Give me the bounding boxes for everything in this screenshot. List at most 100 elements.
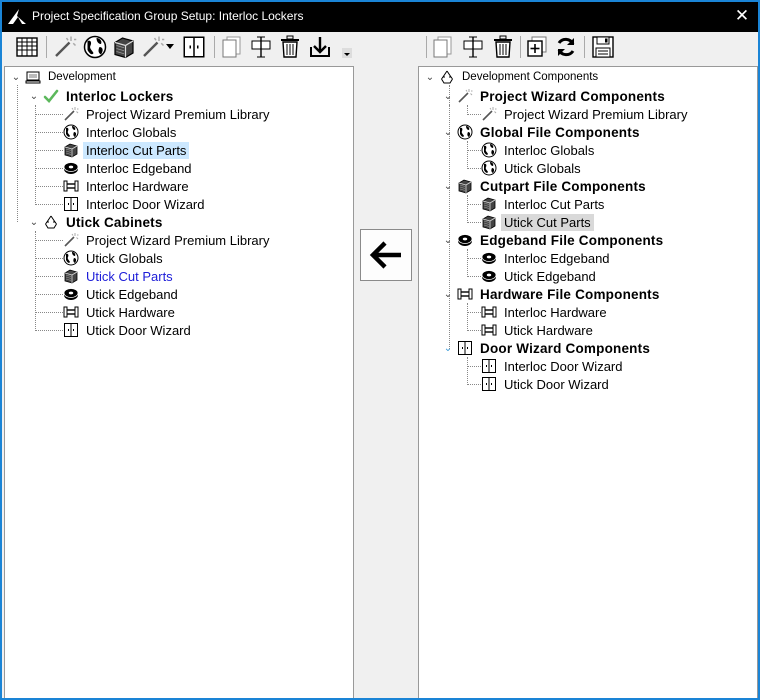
globe-icon xyxy=(63,124,79,140)
recycle-icon xyxy=(43,214,59,230)
tree-node-group[interactable]: ⌄ Project Wizard Components xyxy=(443,87,668,105)
dropdown-arrow-icon[interactable] xyxy=(164,34,176,60)
tree-node-item[interactable]: Interloc Door Wizard xyxy=(481,357,625,375)
save-icon[interactable] xyxy=(590,34,616,60)
copy-icon[interactable] xyxy=(219,34,245,60)
wand-icon xyxy=(481,106,497,122)
delete-icon[interactable] xyxy=(277,34,303,60)
close-button[interactable]: ✕ xyxy=(732,5,752,27)
tree-node-group[interactable]: ⌄ Door Wizard Components xyxy=(443,339,653,357)
hardware-icon xyxy=(63,304,79,320)
wand-icon xyxy=(63,232,79,248)
tree-node-item[interactable]: Interloc Cut Parts xyxy=(481,195,607,213)
overflow-chevron-icon[interactable] xyxy=(342,48,352,58)
check-icon xyxy=(43,88,59,104)
door-icon xyxy=(457,340,473,356)
tree-node-item-highlighted[interactable]: Utick Cut Parts xyxy=(63,267,176,285)
dialog-window: Project Specification Group Setup: Inter… xyxy=(0,0,760,700)
chevron-down-icon[interactable]: ⌄ xyxy=(29,91,39,102)
tree-node-item[interactable]: Utick Hardware xyxy=(63,303,178,321)
wand-icon xyxy=(63,106,79,122)
hardware-icon xyxy=(481,304,497,320)
chevron-down-icon[interactable]: ⌄ xyxy=(443,235,453,246)
recycle-icon xyxy=(439,69,455,85)
copy-icon[interactable] xyxy=(430,34,456,60)
door-icon[interactable] xyxy=(181,34,207,60)
globe-icon xyxy=(63,250,79,266)
chevron-down-icon[interactable]: ⌄ xyxy=(443,181,453,192)
title-bar: Project Specification Group Setup: Inter… xyxy=(2,2,758,32)
move-icon[interactable] xyxy=(460,34,486,60)
hardware-icon xyxy=(481,322,497,338)
edgeband-icon xyxy=(63,286,79,302)
tree-node-item[interactable]: Project Wizard Premium Library xyxy=(481,105,691,123)
tree-node-item[interactable]: Utick Door Wizard xyxy=(63,321,194,339)
edgeband-icon xyxy=(481,250,497,266)
tree-node-item[interactable]: Project Wizard Premium Library xyxy=(63,231,273,249)
chevron-down-icon[interactable]: ⌄ xyxy=(443,127,453,138)
chevron-down-icon[interactable]: ⌄ xyxy=(443,91,453,102)
transfer-left-button[interactable] xyxy=(360,229,412,281)
hardware-icon xyxy=(457,286,473,302)
cutpart-icon xyxy=(457,178,473,194)
tree-node-item[interactable]: Interloc Hardware xyxy=(481,303,610,321)
add-copy-icon[interactable] xyxy=(524,34,550,60)
wand-dropdown-icon[interactable] xyxy=(140,34,166,60)
tree-node-item[interactable]: Utick Globals xyxy=(481,159,584,177)
tree-node-root[interactable]: ⌄ Development Components xyxy=(425,68,601,86)
tree-node-item[interactable]: Interloc Door Wizard xyxy=(63,195,207,213)
tree-node-group[interactable]: ⌄ Cutpart File Components xyxy=(443,177,649,195)
tree-node-item[interactable]: Interloc Edgeband xyxy=(63,159,195,177)
cutpart-icon xyxy=(481,196,497,212)
wand-icon[interactable] xyxy=(52,34,78,60)
tree-node-group[interactable]: ⌄ Interloc Lockers xyxy=(29,87,177,105)
chevron-down-icon[interactable]: ⌄ xyxy=(11,72,21,83)
tree-node-item[interactable]: Utick Edgeband xyxy=(481,267,599,285)
tree-node-group[interactable]: ⌄ Hardware File Components xyxy=(443,285,663,303)
chevron-down-icon[interactable]: ⌄ xyxy=(425,72,435,83)
tree-node-item-selected[interactable]: Utick Cut Parts xyxy=(481,213,594,231)
app-logo-icon xyxy=(8,9,26,24)
tree-node-item[interactable]: Project Wizard Premium Library xyxy=(63,105,273,123)
cutpart-icon[interactable] xyxy=(111,34,137,60)
chevron-down-icon[interactable]: ⌄ xyxy=(29,217,39,228)
tree-node-item[interactable]: Interloc Hardware xyxy=(63,177,192,195)
tree-node-item[interactable]: Utick Globals xyxy=(63,249,166,267)
door-icon xyxy=(63,322,79,338)
tree-node-item-selected[interactable]: Interloc Cut Parts xyxy=(63,141,190,159)
left-toolbar xyxy=(4,32,354,64)
left-tree-panel[interactable]: ⌄ Development ⌄ Interloc Lockers Project… xyxy=(4,66,354,698)
tree-node-group[interactable]: ⌄ Edgeband File Components xyxy=(443,231,666,249)
cutpart-icon xyxy=(481,214,497,230)
door-icon xyxy=(481,376,497,392)
edgeband-icon xyxy=(63,160,79,176)
wand-icon xyxy=(457,88,473,104)
tree-node-item[interactable]: Interloc Globals xyxy=(481,141,597,159)
globe-icon[interactable] xyxy=(82,34,108,60)
tree-node-item[interactable]: Interloc Globals xyxy=(63,123,179,141)
tree-node-item[interactable]: Utick Door Wizard xyxy=(481,375,612,393)
globe-icon xyxy=(481,160,497,176)
door-icon xyxy=(63,196,79,212)
edgeband-icon xyxy=(481,268,497,284)
globe-icon xyxy=(457,124,473,140)
computer-icon xyxy=(25,69,41,85)
right-tree-panel[interactable]: ⌄ Development Components ⌄ Project Wizar… xyxy=(418,66,758,698)
globe-icon xyxy=(481,142,497,158)
arrow-left-icon xyxy=(369,241,401,269)
cutpart-icon xyxy=(63,142,79,158)
move-icon[interactable] xyxy=(248,34,274,60)
tree-node-item[interactable]: Interloc Edgeband xyxy=(481,249,613,267)
tree-node-group[interactable]: ⌄ Global File Components xyxy=(443,123,643,141)
chevron-down-icon[interactable]: ⌄ xyxy=(443,289,453,300)
tree-node-group[interactable]: ⌄ Utick Cabinets xyxy=(29,213,166,231)
chevron-down-icon[interactable]: ⌄ xyxy=(443,343,453,354)
tree-node-item[interactable]: Utick Hardware xyxy=(481,321,596,339)
tree-node-item[interactable]: Utick Edgeband xyxy=(63,285,181,303)
import-icon[interactable] xyxy=(307,34,333,60)
refresh-icon[interactable] xyxy=(553,34,579,60)
grid-icon[interactable] xyxy=(14,34,40,60)
tree-node-root[interactable]: ⌄ Development xyxy=(11,68,119,86)
right-tree: ⌄ Development Components ⌄ Project Wizar… xyxy=(419,67,757,698)
delete-icon[interactable] xyxy=(490,34,516,60)
